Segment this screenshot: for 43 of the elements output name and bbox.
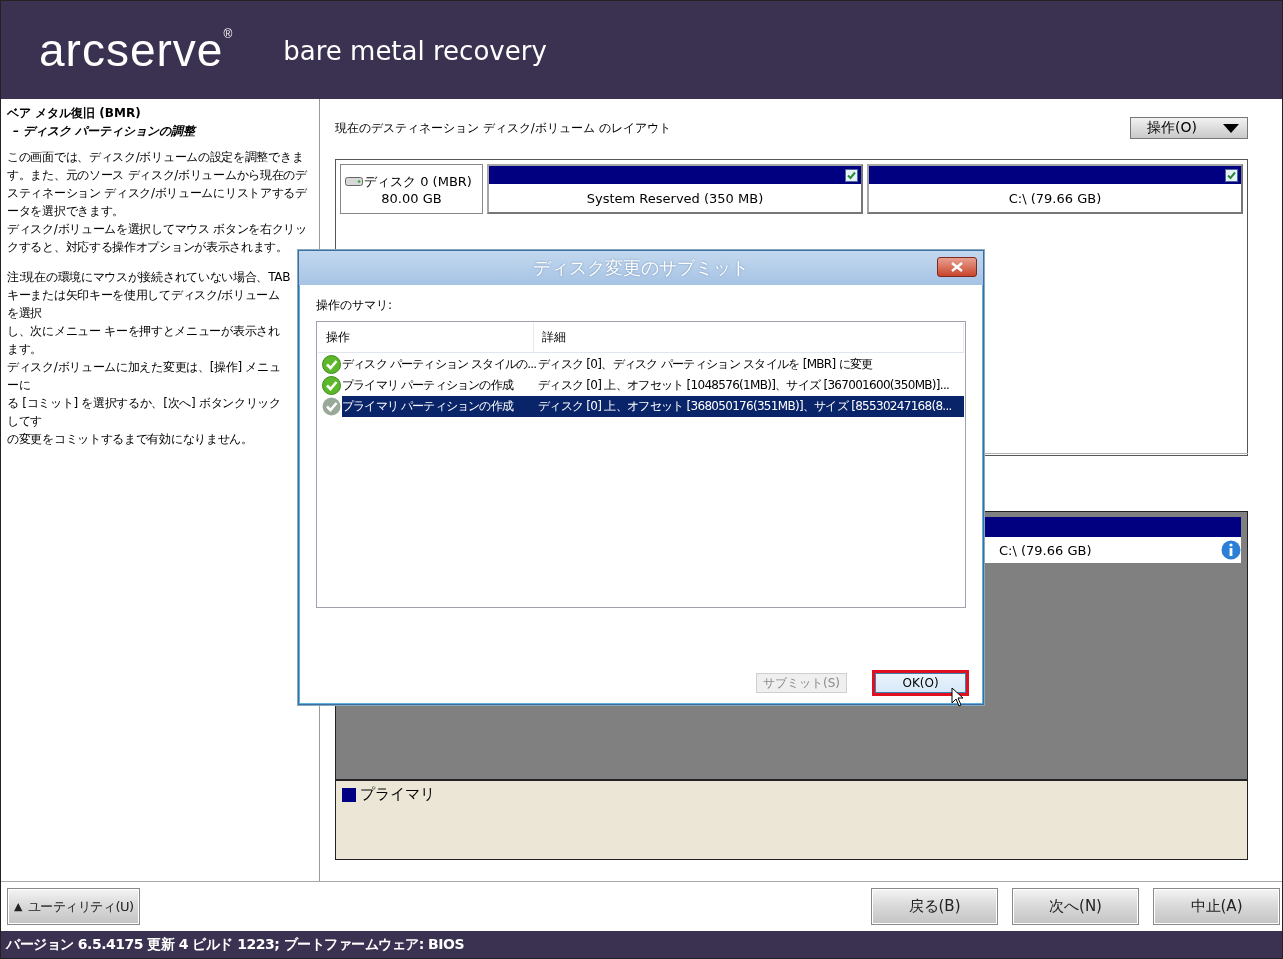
operation-row[interactable]: ディスク パーティション スタイルの...ディスク [0]、ディスク パーティション スタイルを [MBR] に変更 xyxy=(318,354,964,375)
legend-label: プライマリ xyxy=(360,785,435,804)
summary-label: 操作のサマリ: xyxy=(316,297,394,314)
column-header: 操作 xyxy=(318,323,534,352)
nav-button[interactable]: 次へ(N) xyxy=(1012,888,1139,925)
disk-name: ディスク 0 (MBR) xyxy=(364,172,472,191)
note-text-line: し、次にメニュー キーを押すとメニューが表示されます。 xyxy=(7,323,281,358)
note-text-line: の変更をコミットするまで有効になりません。 xyxy=(7,431,254,448)
operation-row[interactable]: プライマリ パーティションの作成 ディスク [0] 上、オフセット [1048576(1MB)]、サイズ [367001600(350MB)]... xyxy=(318,375,964,396)
check-icon xyxy=(322,376,341,395)
disk-size: 80.00 GB xyxy=(381,190,442,206)
note-text-line: る [コミット] を選択するか、[次へ] ボタンクリックしてす xyxy=(7,395,282,430)
panel-subtitle: – ディスク パーティションの調整 xyxy=(12,123,198,140)
partition-cell[interactable]: System Reserved (350 MB) xyxy=(487,164,863,214)
check-icon xyxy=(322,397,341,416)
panel-title: ベア メタル復旧 (BMR) xyxy=(7,105,142,122)
operation-dropdown-button[interactable]: 操作(O) xyxy=(1130,117,1248,139)
checkbox[interactable] xyxy=(845,168,858,182)
column-header: 詳細 xyxy=(534,323,964,352)
dialog-button[interactable]: OK(O) xyxy=(875,673,966,693)
partition-cell[interactable]: C:\ (79.66 GB) xyxy=(867,164,1243,214)
dialog-title: ディスク変更のサブミット xyxy=(533,256,749,280)
note-text-line: ディスク/ボリュームに加えた変更は、[操作] メニューに xyxy=(7,359,282,394)
description-text: ディスク/ボリュームを選択してマウス ボタンを右クリックすると、対応する操作オプションが表示されます。 xyxy=(7,221,308,256)
product-title: bare metal recovery xyxy=(283,36,547,66)
layout-label: 現在のデスティネーション ディスク/ボリューム のレイアウト xyxy=(335,119,671,137)
nav-button[interactable]: 戻る(B) xyxy=(871,888,998,925)
hard-drive-icon xyxy=(345,177,364,186)
checkbox[interactable] xyxy=(1225,168,1238,182)
disk-cell[interactable]: ディスク 0 (MBR) 80.00 GB xyxy=(340,164,483,214)
check-icon xyxy=(322,355,341,374)
info-icon[interactable] xyxy=(1221,540,1241,560)
version-text: バージョン 6.5.4175 更新 4 ビルド 1223; ブートファームウェア: BIOS xyxy=(6,935,464,954)
utilities-button[interactable]: ▲ ユーティリティ(U) xyxy=(7,888,140,925)
description-text: この画面では、ディスク/ボリュームの設定を調整できます。また、元のソース ディスク/ボリュームから現在のデスティネーション ディスク/ボリュームにリストアするデータを選択できます。 xyxy=(7,149,308,220)
dropdown-arrow-icon xyxy=(1223,123,1239,133)
note-text-line: キーまたは矢印キーを使用してディスク/ボリュームを選択 xyxy=(7,287,281,322)
up-arrow-icon: ▲ xyxy=(14,900,22,913)
close-button[interactable] xyxy=(937,257,977,277)
arcserve-logo: arcserve$^{®}$ xyxy=(39,23,234,77)
close-icon xyxy=(951,262,963,272)
nav-button[interactable]: 中止(A) xyxy=(1153,888,1280,925)
note-text-line: 注:現在の環境にマウスが接続されていない場合、TAB xyxy=(7,269,291,286)
